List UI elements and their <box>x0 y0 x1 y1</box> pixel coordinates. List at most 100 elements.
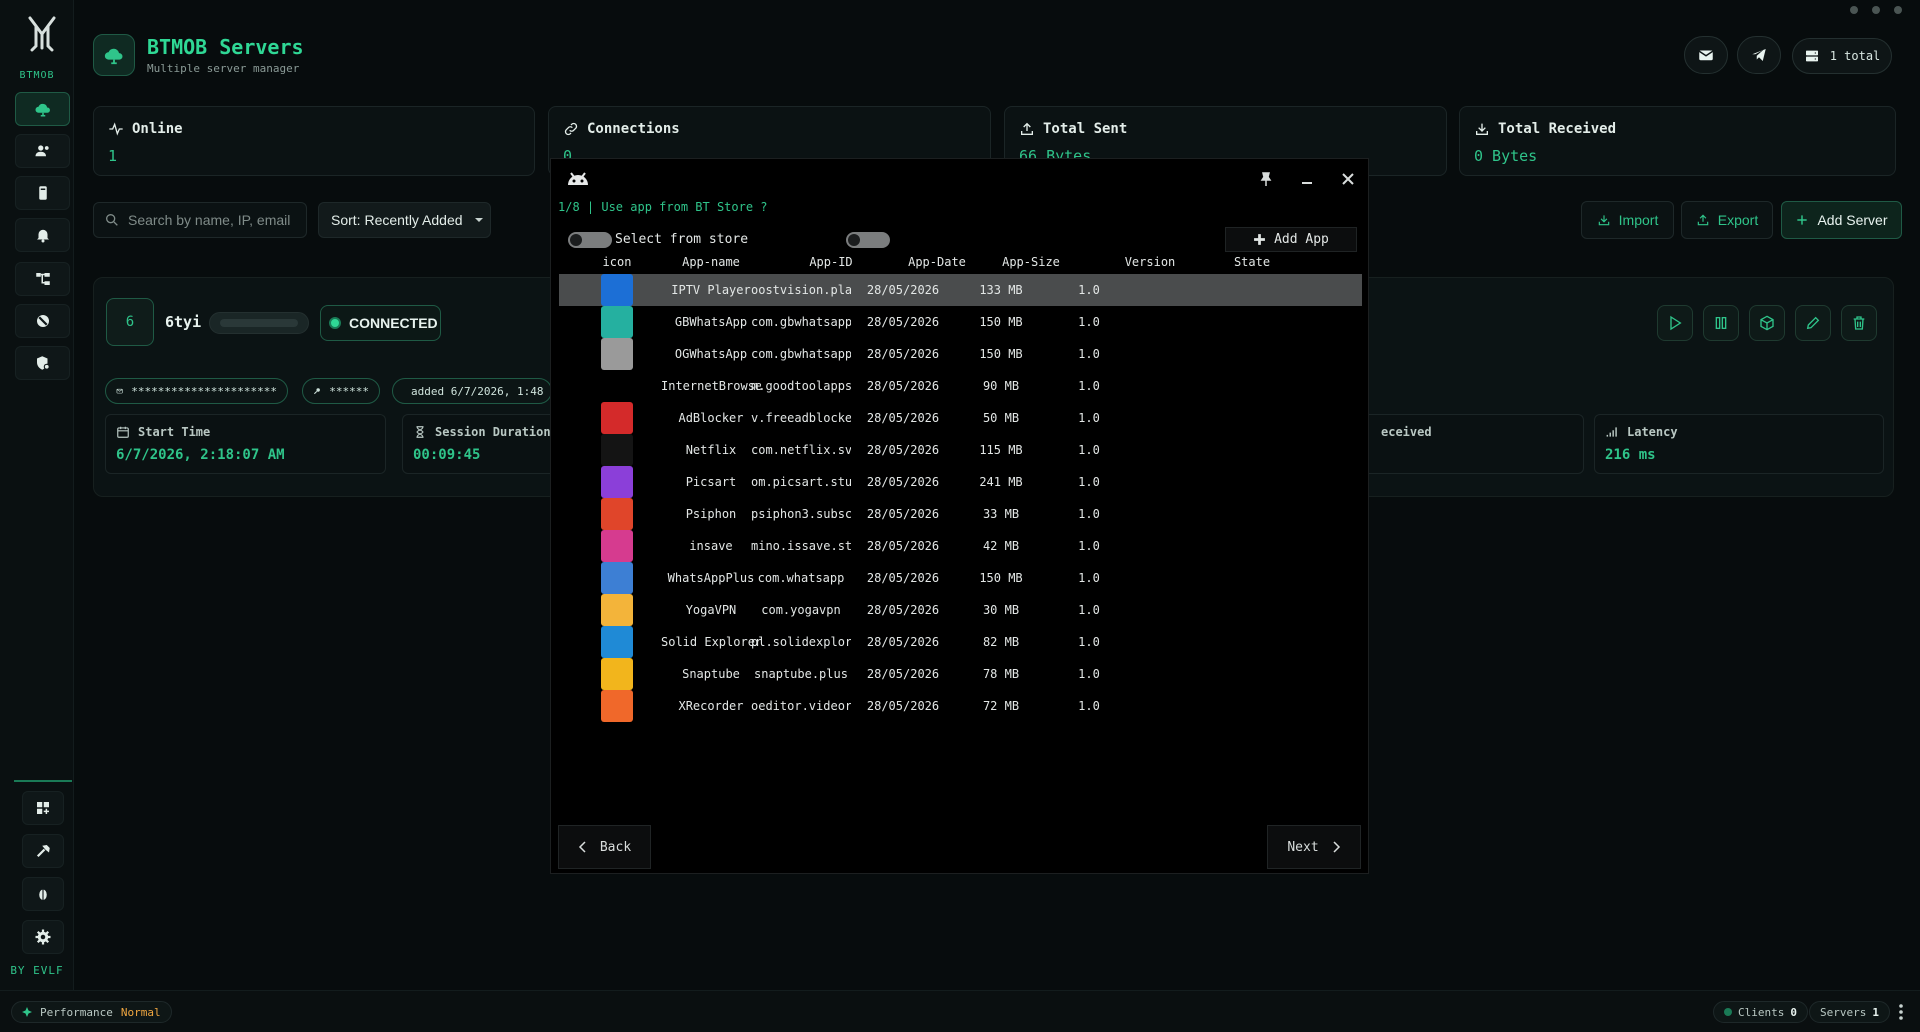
sidebar-item-servers[interactable] <box>15 92 70 126</box>
solid-explorer-icon <box>601 626 633 658</box>
clients-label: Clients <box>1738 1005 1785 1019</box>
back-button[interactable]: Back <box>558 825 651 869</box>
table-row[interactable]: YogaVPN com.yogavpn 28/05/2026 30 MB 1.0 <box>559 594 1362 626</box>
table-row[interactable]: IPTV Playeroostvision.player 28/05/2026 13… <box>559 274 1362 306</box>
app-size-cell: 150 MB <box>979 571 1023 585</box>
table-row[interactable]: Solid Explorerpl.solidexplorer2 28/05/202… <box>559 626 1362 658</box>
app-name-cell: Snaptube <box>682 667 740 681</box>
app-size-cell: 72 MB <box>982 699 1020 713</box>
server-added: added 6/7/2026, 1:48 <box>411 384 544 398</box>
pin-button[interactable] <box>1254 167 1278 191</box>
pause-button[interactable] <box>1703 305 1739 341</box>
add-app-button[interactable]: Add App <box>1225 227 1357 252</box>
search-box[interactable] <box>93 202 307 238</box>
sidebar-item-devices[interactable] <box>15 176 70 210</box>
total-servers-badge[interactable]: 1 total <box>1792 38 1892 74</box>
box-icon <box>1760 315 1774 331</box>
table-row[interactable]: Picsart om.picsart.studic 28/05/2026 241 MB… <box>559 466 1362 498</box>
import-button[interactable]: Import <box>1581 201 1674 239</box>
status-label: CONNECTED <box>349 315 438 331</box>
tool-debug-button[interactable] <box>22 877 64 911</box>
performance-indicator: Performance Normal <box>11 1001 172 1023</box>
import-label: Import <box>1618 212 1659 228</box>
xrecorder-icon <box>601 690 633 722</box>
app-date-cell: 28/05/2026 <box>866 571 940 585</box>
app-version-cell: 1.0 <box>1078 443 1100 457</box>
add-server-label: Add Server <box>1817 212 1888 228</box>
performance-label: Performance <box>40 1005 113 1019</box>
metric-label: Latency <box>1627 425 1678 439</box>
select-from-store-toggle[interactable] <box>568 232 612 248</box>
sidebar-item-notifications[interactable] <box>15 218 70 252</box>
next-label: Next <box>1287 839 1319 855</box>
window-dot[interactable] <box>1850 6 1858 14</box>
secondary-toggle[interactable] <box>846 232 890 248</box>
more-vertical-icon[interactable] <box>1898 1003 1904 1021</box>
psiphon-icon <box>601 498 633 530</box>
minimize-button[interactable] <box>1295 167 1319 191</box>
bug-icon <box>39 889 47 900</box>
table-row[interactable]: WhatsAppPlus com.whatsapp 28/05/2026 150 MB… <box>559 562 1362 594</box>
activity-icon <box>109 122 123 136</box>
play-button[interactable] <box>1657 305 1693 341</box>
next-button[interactable]: Next <box>1267 825 1361 869</box>
table-row[interactable]: Snaptube snaptube.plus 28/05/2026 78 MB 1.0 <box>559 658 1362 690</box>
package-button[interactable] <box>1749 305 1785 341</box>
metric-label: eceived <box>1381 425 1432 439</box>
server-added-pill: added 6/7/2026, 1:48 <box>392 378 552 404</box>
app-state-cell <box>1202 562 1302 594</box>
sidebar-item-security[interactable] <box>15 346 70 380</box>
stat-value: 1 <box>108 147 118 165</box>
app-state-cell <box>1202 338 1302 370</box>
android-icon <box>568 172 588 185</box>
app-size-cell: 30 MB <box>982 603 1020 617</box>
metric-label: Start Time <box>138 425 211 439</box>
window-dot[interactable] <box>1894 6 1902 14</box>
window-dot[interactable] <box>1872 6 1880 14</box>
phone-icon <box>38 186 47 200</box>
sidebar-item-blocked[interactable] <box>15 304 70 338</box>
ogwhatsapp-icon <box>601 338 633 370</box>
metric-value: 6/7/2026, 2:18:07 AM <box>116 447 285 463</box>
table-row[interactable]: AdBlocker v.freeadblockerbr 28/05/2026 50 M… <box>559 402 1362 434</box>
export-button[interactable]: Export <box>1681 201 1773 239</box>
app-id-cell: v.freeadblockerbr <box>751 411 851 425</box>
snaptube-icon <box>601 658 633 690</box>
app-size-cell: 115 MB <box>979 443 1023 457</box>
window-controls <box>1850 6 1902 14</box>
hammer-icon <box>36 845 50 858</box>
app-date-cell: 28/05/2026 <box>866 315 940 329</box>
telegram-button[interactable] <box>1737 36 1781 74</box>
close-button[interactable] <box>1336 167 1360 191</box>
search-input[interactable] <box>128 212 298 228</box>
mail-button[interactable] <box>1684 36 1728 74</box>
delete-button[interactable] <box>1841 305 1877 341</box>
sort-dropdown[interactable]: Sort: Recently Added <box>318 202 491 238</box>
app-state-cell <box>1202 370 1302 402</box>
table-row[interactable]: OGWhatsApp com.gbwhatsapp3 28/05/2026 150 M… <box>559 338 1362 370</box>
app-date-cell: 28/05/2026 <box>866 443 940 457</box>
app-table-body: IPTV Playeroostvision.player 28/05/2026 13… <box>559 274 1362 722</box>
tool-settings-button[interactable] <box>22 920 64 954</box>
app-id-cell: mino.issave.story <box>751 539 851 553</box>
tool-apps-button[interactable] <box>22 791 64 825</box>
table-row[interactable]: XRecorder oeditor.videoreco 28/05/2026 72 M… <box>559 690 1362 722</box>
table-row[interactable]: InternetBrowserm.goodtoolapps.ze 28/05/20… <box>559 370 1362 402</box>
table-row[interactable]: insave mino.issave.story 28/05/2026 42 MB 1.… <box>559 530 1362 562</box>
table-row[interactable]: GBWhatsApp com.gbwhatsapp 28/05/2026 150 MB… <box>559 306 1362 338</box>
sidebar-item-users[interactable] <box>15 134 70 168</box>
minimize-icon <box>1302 182 1312 184</box>
table-row[interactable]: Psiphon psiphon3.subscrip 28/05/2026 33 MB 1… <box>559 498 1362 530</box>
table-row[interactable]: Netflix com.netflix.sv1 28/05/2026 115 MB 1.… <box>559 434 1362 466</box>
add-server-button[interactable]: Add Server <box>1781 201 1902 239</box>
edit-button[interactable] <box>1795 305 1831 341</box>
performance-value: Normal <box>120 1005 161 1019</box>
app-id-cell: com.netflix.sv1 <box>751 443 851 457</box>
tool-build-button[interactable] <box>22 834 64 868</box>
spark-icon <box>22 1007 32 1017</box>
link-icon <box>564 122 578 136</box>
sidebar-item-tree[interactable] <box>15 262 70 296</box>
insave-icon <box>601 530 633 562</box>
app-date-cell: 28/05/2026 <box>866 283 940 297</box>
stat-value: 0 Bytes <box>1474 147 1538 165</box>
